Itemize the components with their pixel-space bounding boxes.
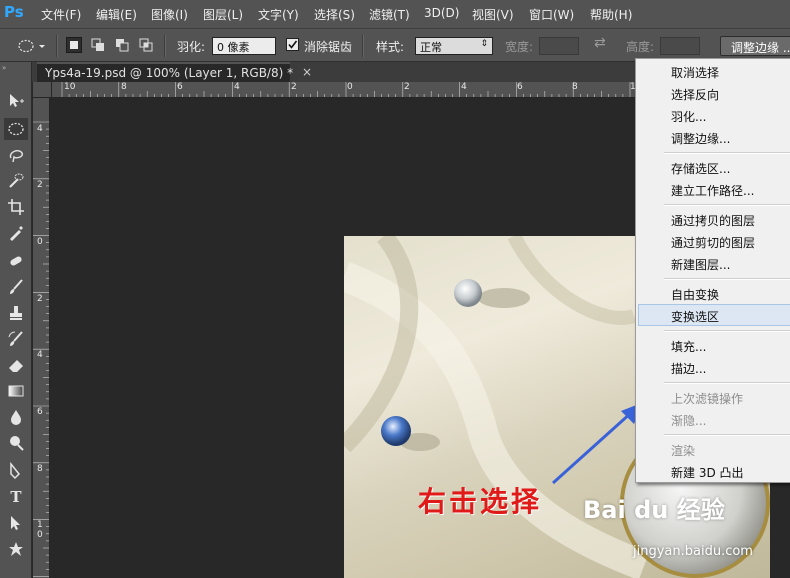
menu-separator: [664, 382, 790, 384]
menu-item-transform-selection[interactable]: 变换选区: [671, 308, 719, 325]
menu-separator: [664, 204, 790, 206]
menu-item-render: 渲染: [671, 444, 696, 458]
menu-item-make-work-path[interactable]: 建立工作路径...: [671, 182, 754, 199]
menu-item-refine-edge[interactable]: 调整边缘...: [671, 130, 730, 147]
menu-item-new-layer[interactable]: 新建图层...: [671, 256, 730, 273]
watermark-url: jingyan.baidu.com: [633, 544, 753, 559]
menu-item-inverse[interactable]: 选择反向: [671, 86, 719, 103]
menu-item-new-3d-extrusion[interactable]: 新建 3D 凸出: [671, 464, 744, 481]
menu-item-layer-via-cut[interactable]: 通过剪切的图层: [671, 234, 755, 251]
menu-item-fade: 渐隐...: [671, 414, 707, 428]
menu-separator: [664, 434, 790, 436]
menu-item-save-selection[interactable]: 存储选区...: [671, 160, 730, 177]
menu-item-deselect[interactable]: 取消选择: [671, 64, 719, 81]
annotation-label: 右击选择: [418, 485, 543, 518]
menu-separator: [664, 330, 790, 332]
menu-item-last-filter: 上次滤镜操作: [671, 392, 744, 406]
menu-item-fill[interactable]: 填充...: [671, 338, 706, 355]
menu-item-free-transform[interactable]: 自由变换: [671, 286, 719, 303]
baidu-jingyan-logo: Bai du 经验: [583, 496, 725, 524]
menu-separator: [664, 152, 790, 154]
menu-item-feather[interactable]: 羽化...: [671, 108, 706, 125]
context-menu: 取消选择 选择反向 羽化... 调整边缘... 存储选区... 建立工作路径..…: [635, 58, 790, 483]
menu-separator: [664, 278, 790, 280]
menu-item-layer-via-copy[interactable]: 通过拷贝的图层: [671, 212, 755, 229]
menu-item-stroke[interactable]: 描边...: [671, 360, 706, 377]
